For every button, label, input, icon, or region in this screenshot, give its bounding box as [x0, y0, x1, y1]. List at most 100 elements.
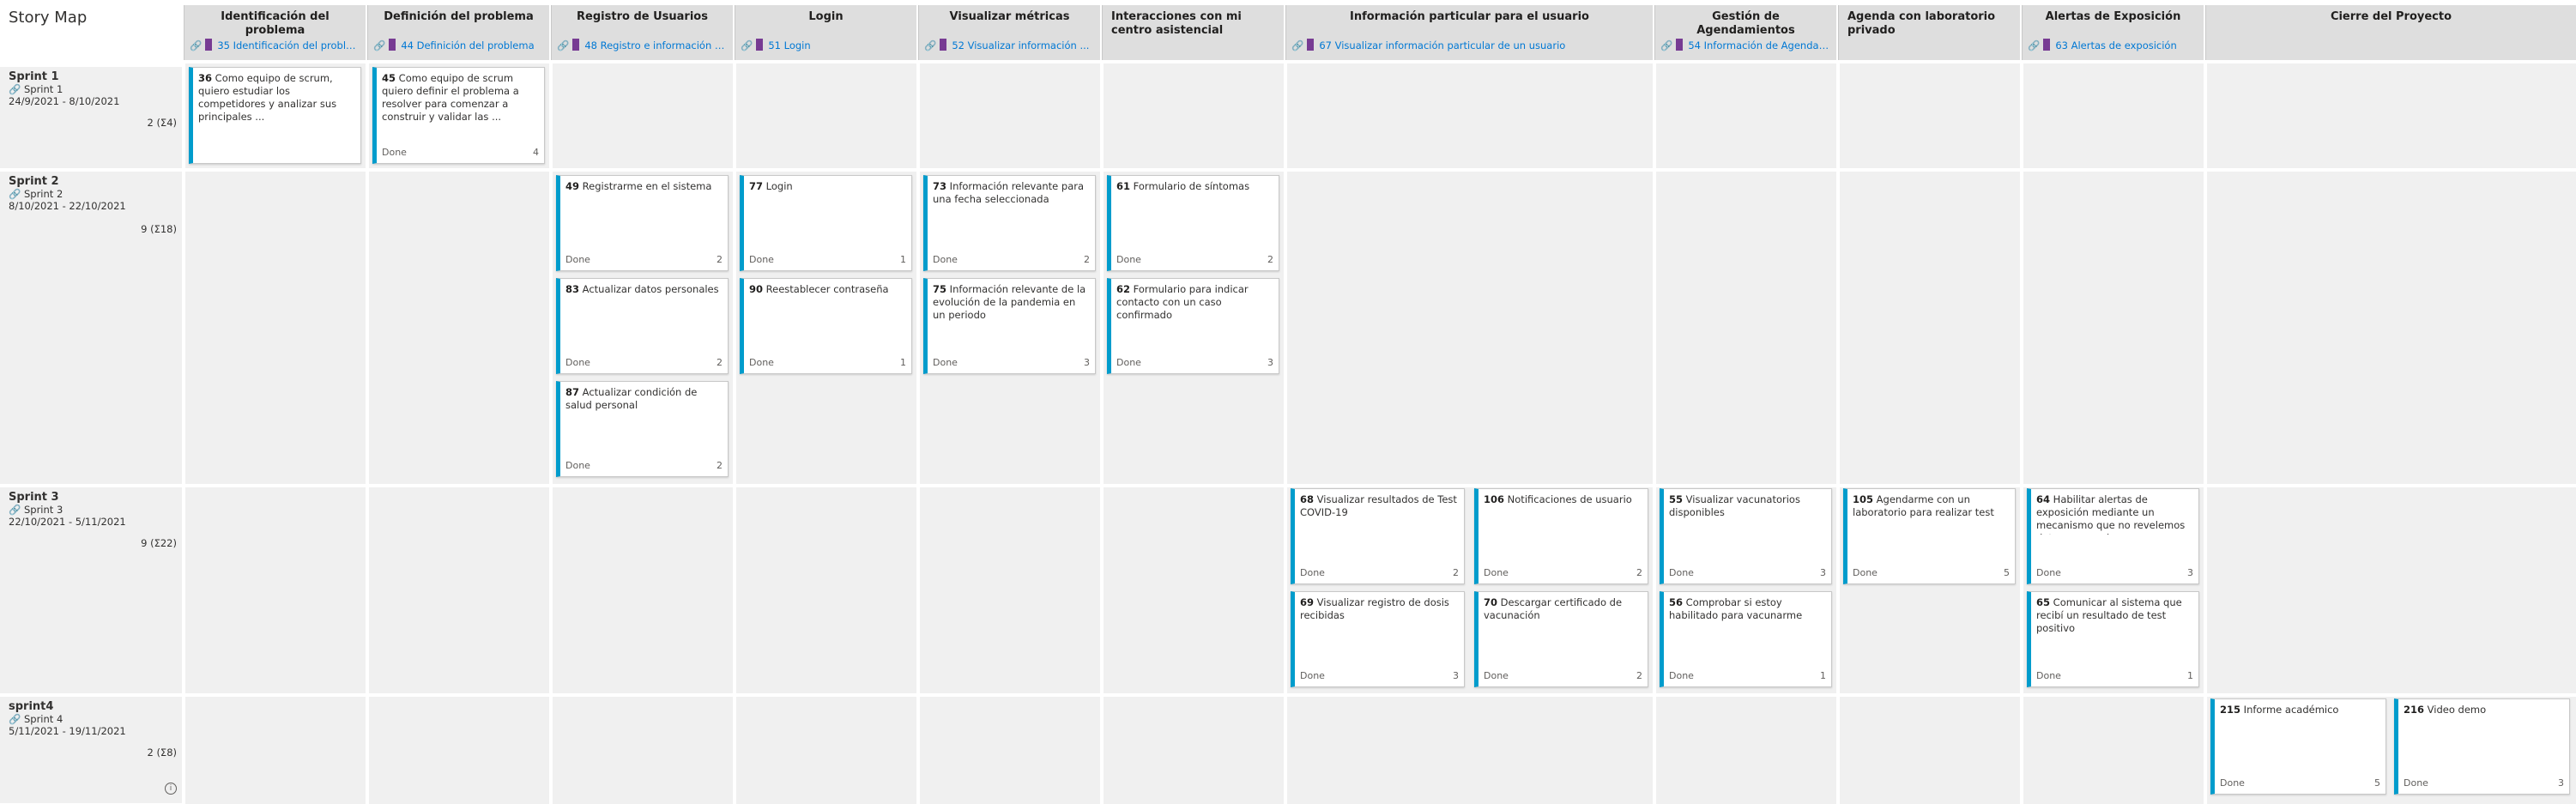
sprint-count: 9 (Σ18) [141, 223, 177, 235]
column-header[interactable]: Alertas de Exposición 🔗 63 Alertas de exp… [2022, 5, 2204, 60]
work-item-card[interactable]: 69 Visualizar registro de dosis recibida… [1291, 591, 1465, 687]
card-title: 70 Descargar certificado de vacunación [1484, 596, 1623, 621]
card-state: Done [933, 254, 958, 265]
sprint-dates: 24/9/2021 - 8/10/2021 [9, 95, 120, 107]
epic-icon [389, 39, 396, 51]
work-item-card[interactable]: 62 Formulario para indicar contacto con … [1107, 278, 1279, 374]
sprint-link[interactable]: 🔗 Sprint 1 [0, 83, 182, 95]
column-header[interactable]: Identificación del problema 🔗 35 Identifi… [184, 5, 366, 60]
link-icon: 🔗 [557, 39, 570, 51]
work-item-card[interactable]: 90 Reestablecer contraseña Done 1 [740, 278, 912, 374]
column-header[interactable]: Login 🔗 51 Login [735, 5, 916, 60]
board-cell [733, 60, 916, 168]
epic-link[interactable]: 🔗 44 Definición del problema [373, 39, 542, 51]
work-item-card[interactable]: 75 Información relevante de la evolución… [923, 278, 1096, 374]
epic-link[interactable]: 🔗 67 Visualizar información particular de… [1291, 39, 1646, 51]
link-icon: 🔗 [9, 83, 21, 95]
link-icon: 🔗 [1660, 39, 1673, 51]
card-points: 2 [717, 254, 723, 265]
card-title: 36 Como equipo de scrum, quiero estudiar… [198, 72, 337, 123]
epic-link[interactable]: 🔗 48 Registro e información de ... [557, 39, 726, 51]
sprint-dates: 22/10/2021 - 5/11/2021 [9, 516, 126, 528]
epic-icon [572, 39, 580, 51]
card-state: Done [565, 254, 590, 265]
board-cell [1653, 693, 1836, 804]
column-header[interactable]: Información particular para el usuario 🔗… [1285, 5, 1653, 60]
card-title: 62 Formulario para indicar contacto con … [1116, 283, 1249, 321]
column-header[interactable]: Interacciones con mi centro asistencial [1102, 5, 1284, 60]
work-item-card[interactable]: 105 Agendarme con un laboratorio para re… [1843, 488, 2016, 584]
work-item-card[interactable]: 64 Habilitar alertas de exposición media… [2027, 488, 2199, 584]
work-item-card[interactable]: 65 Comunicar al sistema que recibí un re… [2027, 591, 2199, 687]
card-title: 215 Informe académico [2220, 704, 2339, 716]
board-cell [182, 484, 366, 693]
column-title: Información particular para el usuario [1350, 10, 1589, 23]
column-header[interactable]: Agenda con laboratorio privado [1838, 5, 2020, 60]
work-item-card[interactable]: 216 Video demo Done 3 [2394, 698, 2570, 795]
work-item-card[interactable]: 68 Visualizar resultados de Test COVID-1… [1291, 488, 1465, 584]
column-title: Identificación del problema [221, 10, 330, 37]
card-state: Done [565, 460, 590, 471]
card-points: 3 [1084, 357, 1090, 368]
sprint-link[interactable]: 🔗 Sprint 3 [0, 504, 182, 516]
work-item-card[interactable]: 83 Actualizar datos personales Done 2 [556, 278, 729, 374]
card-title: 69 Visualizar registro de dosis recibida… [1300, 596, 1449, 621]
board-cell [366, 484, 549, 693]
epic-link[interactable]: 🔗 35 Identificación del problema [190, 39, 359, 51]
card-state: Done [1484, 567, 1509, 578]
board-cell [1284, 168, 1653, 484]
card-title: 49 Registrarme en el sistema [565, 180, 712, 192]
card-state: Done [1300, 567, 1325, 578]
epic-link[interactable]: 🔗 54 Información de Agenda ... [1660, 39, 1829, 51]
work-item-card[interactable]: 73 Información relevante para una fecha … [923, 175, 1096, 271]
epic-icon [756, 39, 764, 51]
card-points: 1 [900, 357, 906, 368]
board-cell [549, 693, 733, 804]
epic-link[interactable]: 🔗 63 Alertas de exposición [2028, 39, 2197, 51]
work-item-card[interactable]: 36 Como equipo de scrum, quiero estudiar… [189, 67, 361, 164]
work-item-card[interactable]: 49 Registrarme en el sistema Done 2 [556, 175, 729, 271]
work-item-card[interactable]: 87 Actualizar condición de salud persona… [556, 381, 729, 477]
column-title: Registro de Usuarios [577, 10, 708, 23]
board-cell [366, 168, 549, 484]
work-item-card[interactable]: 106 Notificaciones de usuario Done 2 [1474, 488, 1648, 584]
card-points: 2 [717, 357, 723, 368]
epic-icon [1307, 39, 1315, 51]
column-header[interactable]: Definición del problema 🔗 44 Definición d… [367, 5, 549, 60]
work-item-card[interactable]: 56 Comprobar si estoy habilitado para va… [1660, 591, 1832, 687]
card-title: 90 Reestablecer contraseña [749, 283, 889, 295]
board-cell [1284, 60, 1653, 168]
column-header[interactable]: Gestión de Agendamientos 🔗 54 Información… [1654, 5, 1836, 60]
card-state: Done [2036, 567, 2061, 578]
work-item-card[interactable]: 70 Descargar certificado de vacunación D… [1474, 591, 1648, 687]
card-title: 56 Comprobar si estoy habilitado para va… [1669, 596, 1803, 621]
work-item-card[interactable]: 55 Visualizar vacunatorios disponibles D… [1660, 488, 1832, 584]
card-points: 1 [1820, 670, 1826, 681]
work-item-card[interactable]: 77 Login Done 1 [740, 175, 912, 271]
board-cell [549, 484, 733, 693]
column-header[interactable]: Cierre del Proyecto [2205, 5, 2576, 60]
work-item-card[interactable]: 45 Como equipo de scrum quiero definir e… [372, 67, 545, 164]
card-points: 2 [1636, 567, 1642, 578]
epic-link[interactable]: 🔗 51 Login [741, 39, 910, 51]
work-item-card[interactable]: 61 Formulario de síntomas Done 2 [1107, 175, 1279, 271]
board-cell [1653, 60, 1836, 168]
epic-link[interactable]: 🔗 52 Visualizar información ... [924, 39, 1093, 51]
sprint-name: sprint4 [9, 700, 54, 713]
column-header[interactable]: Visualizar métricas 🔗 52 Visualizar infor… [918, 5, 1100, 60]
board-cell [733, 693, 916, 804]
sprint-link[interactable]: 🔗 Sprint 2 [0, 188, 182, 200]
info-icon[interactable]: i [165, 783, 177, 795]
link-icon: 🔗 [924, 39, 937, 51]
board-cell [1836, 168, 2020, 484]
column-title: Interacciones con mi centro asistencial [1111, 10, 1242, 37]
sprint-name: Sprint 3 [9, 491, 59, 504]
sprint-count: 9 (Σ22) [141, 537, 177, 549]
work-item-card[interactable]: 215 Informe académico Done 5 [2210, 698, 2386, 795]
epic-icon [1676, 39, 1684, 51]
sprint-count: 2 (Σ8) [147, 747, 177, 759]
column-header[interactable]: Registro de Usuarios 🔗 48 Registro e info… [551, 5, 733, 60]
sprint-row-label: Sprint 2 🔗 Sprint 2 8/10/2021 - 22/10/20… [0, 168, 182, 484]
sprint-link[interactable]: 🔗 Sprint 4 [0, 713, 182, 725]
card-state: Done [1669, 567, 1694, 578]
